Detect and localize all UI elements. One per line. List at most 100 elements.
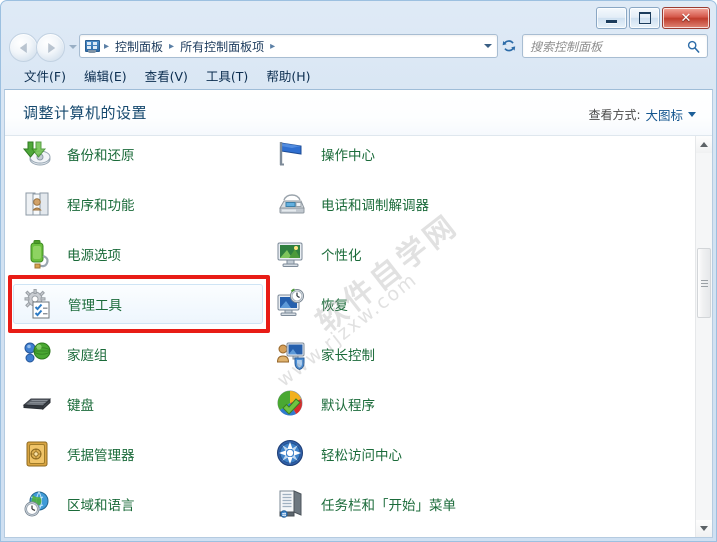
control-panel-icon bbox=[84, 39, 100, 54]
control-panel-item-label: 键盘 bbox=[67, 398, 94, 414]
control-panel-item-label: 轻松访问中心 bbox=[321, 448, 402, 464]
recovery-icon bbox=[275, 288, 307, 320]
view-by-label: 查看方式: bbox=[588, 108, 641, 122]
control-panel-item[interactable]: 电话和调制解调器 bbox=[267, 184, 517, 224]
breadcrumb-item-control-panel[interactable]: 控制面板 bbox=[113, 38, 165, 55]
chevron-down-icon bbox=[688, 112, 696, 117]
chevron-down-icon bbox=[69, 45, 77, 49]
personalization-icon bbox=[275, 238, 307, 270]
scrollbar-thumb[interactable] bbox=[697, 248, 711, 318]
chevron-up-icon bbox=[700, 142, 708, 147]
power-options-icon bbox=[21, 238, 53, 270]
control-panel-item[interactable]: 管理工具 bbox=[13, 284, 263, 324]
back-arrow-icon bbox=[19, 42, 27, 53]
back-button[interactable] bbox=[9, 33, 38, 62]
search-box[interactable]: 搜索控制面板 bbox=[522, 34, 708, 58]
control-panel-item-label: 默认程序 bbox=[321, 398, 375, 414]
chevron-down-icon bbox=[700, 526, 708, 531]
control-panel-item-label: 区域和语言 bbox=[67, 498, 135, 514]
control-panel-item-label: 操作中心 bbox=[321, 148, 375, 164]
minimize-button[interactable] bbox=[596, 7, 627, 29]
parental-controls-icon bbox=[275, 338, 307, 370]
menu-bar: 文件(F) 编辑(E) 查看(V) 工具(T) 帮助(H) bbox=[1, 63, 716, 87]
control-panel-item-label: 备份和还原 bbox=[67, 148, 135, 164]
default-programs-icon bbox=[275, 388, 307, 420]
control-panel-item[interactable]: 备份和还原 bbox=[13, 136, 263, 174]
control-panel-item-label: 家长控制 bbox=[321, 348, 375, 364]
refresh-icon bbox=[502, 40, 516, 52]
control-panel-item-label: 恢复 bbox=[321, 298, 348, 314]
window-controls: ✕ bbox=[596, 7, 710, 29]
chevron-down-icon bbox=[484, 44, 492, 48]
control-panel-item[interactable]: 凭据管理器 bbox=[13, 434, 263, 474]
menu-item-view[interactable]: 查看(V) bbox=[136, 64, 197, 87]
region-language-icon bbox=[21, 488, 53, 520]
phone-modem-icon bbox=[275, 188, 307, 220]
nav-buttons bbox=[9, 33, 78, 62]
control-panel-item[interactable]: 程序和功能 bbox=[13, 184, 263, 224]
navigation-bar: ▸ 控制面板 ▸ 所有控制面板项 ▸ 搜索控制面板 bbox=[1, 31, 716, 63]
content-header: 调整计算机的设置 查看方式: 大图标 bbox=[5, 90, 712, 135]
view-by-value[interactable]: 大图标 bbox=[645, 105, 683, 124]
menu-item-help[interactable]: 帮助(H) bbox=[257, 64, 319, 87]
credential-manager-icon bbox=[21, 438, 53, 470]
control-panel-item-label: 个性化 bbox=[321, 248, 362, 264]
scrollbar-grip-icon bbox=[700, 279, 708, 287]
refresh-button[interactable] bbox=[498, 35, 520, 57]
administrative-tools-icon bbox=[22, 288, 54, 320]
vertical-scrollbar[interactable] bbox=[695, 136, 712, 537]
control-panel-item-label: 管理工具 bbox=[68, 298, 122, 314]
control-panel-item-label: 电话和调制解调器 bbox=[321, 198, 429, 214]
breadcrumb-item-all-items[interactable]: 所有控制面板项 bbox=[178, 38, 266, 55]
items-scroll-area: 备份和还原程序和功能电源选项管理工具家庭组键盘凭据管理器区域和语言 操作中心电话和… bbox=[5, 136, 695, 537]
forward-arrow-icon bbox=[47, 42, 55, 53]
control-panel-item-label: 凭据管理器 bbox=[67, 448, 135, 464]
homegroup-icon bbox=[21, 338, 53, 370]
ease-of-access-icon bbox=[275, 438, 307, 470]
backup-restore-icon bbox=[21, 138, 53, 170]
breadcrumb-separator: ▸ bbox=[169, 40, 175, 52]
close-button[interactable]: ✕ bbox=[662, 7, 710, 29]
breadcrumb-separator: ▸ bbox=[104, 40, 110, 52]
control-panel-item-label: 程序和功能 bbox=[67, 198, 135, 214]
taskbar-start-menu-icon bbox=[275, 488, 307, 520]
page-title: 调整计算机的设置 bbox=[23, 104, 148, 122]
control-panel-item[interactable]: 家长控制 bbox=[267, 334, 517, 374]
control-panel-item[interactable]: 区域和语言 bbox=[13, 484, 263, 524]
programs-features-icon bbox=[21, 188, 53, 220]
menu-item-tools[interactable]: 工具(T) bbox=[197, 64, 257, 87]
title-bar: ✕ bbox=[1, 1, 716, 31]
control-panel-item-label: 家庭组 bbox=[67, 348, 108, 364]
address-dropdown-button[interactable] bbox=[479, 35, 497, 57]
control-panel-item[interactable]: 电源选项 bbox=[13, 234, 263, 274]
address-bar[interactable]: ▸ 控制面板 ▸ 所有控制面板项 ▸ bbox=[79, 34, 498, 58]
control-panel-item-label: 电源选项 bbox=[67, 248, 121, 264]
maximize-icon bbox=[638, 12, 651, 24]
history-dropdown-button[interactable] bbox=[69, 43, 78, 52]
scroll-up-button[interactable] bbox=[696, 136, 712, 153]
maximize-button[interactable] bbox=[629, 7, 660, 29]
breadcrumb-separator: ▸ bbox=[270, 40, 276, 52]
control-panel-item[interactable]: 家庭组 bbox=[13, 334, 263, 374]
keyboard-icon bbox=[21, 388, 53, 420]
minimize-icon bbox=[606, 20, 617, 23]
control-panel-item[interactable]: 轻松访问中心 bbox=[267, 434, 517, 474]
control-panel-item[interactable]: 键盘 bbox=[13, 384, 263, 424]
menu-item-edit[interactable]: 编辑(E) bbox=[75, 64, 136, 87]
search-input[interactable]: 搜索控制面板 bbox=[523, 38, 687, 55]
menu-item-file[interactable]: 文件(F) bbox=[15, 64, 75, 87]
content-area: 调整计算机的设置 查看方式: 大图标 备份和还原程序和功能电源选项管理工具家庭组… bbox=[4, 89, 713, 538]
view-by-selector[interactable]: 查看方式: 大图标 bbox=[588, 105, 696, 124]
close-icon: ✕ bbox=[680, 10, 692, 26]
control-panel-item[interactable]: 操作中心 bbox=[267, 136, 517, 174]
control-panel-item[interactable]: 任务栏和「开始」菜单 bbox=[267, 484, 517, 524]
search-icon bbox=[687, 40, 700, 53]
control-panel-item-label: 任务栏和「开始」菜单 bbox=[321, 498, 456, 514]
forward-button[interactable] bbox=[36, 33, 65, 62]
control-panel-item[interactable]: 个性化 bbox=[267, 234, 517, 274]
scroll-down-button[interactable] bbox=[696, 520, 712, 537]
control-panel-item[interactable]: 默认程序 bbox=[267, 384, 517, 424]
control-panel-item[interactable]: 恢复 bbox=[267, 284, 517, 324]
control-panel-window: ✕ ▸ 控制面板 ▸ 所有控制面板项 ▸ 搜索控制面板 文件(F) 编辑(E) … bbox=[0, 0, 717, 542]
action-center-icon bbox=[275, 138, 307, 170]
